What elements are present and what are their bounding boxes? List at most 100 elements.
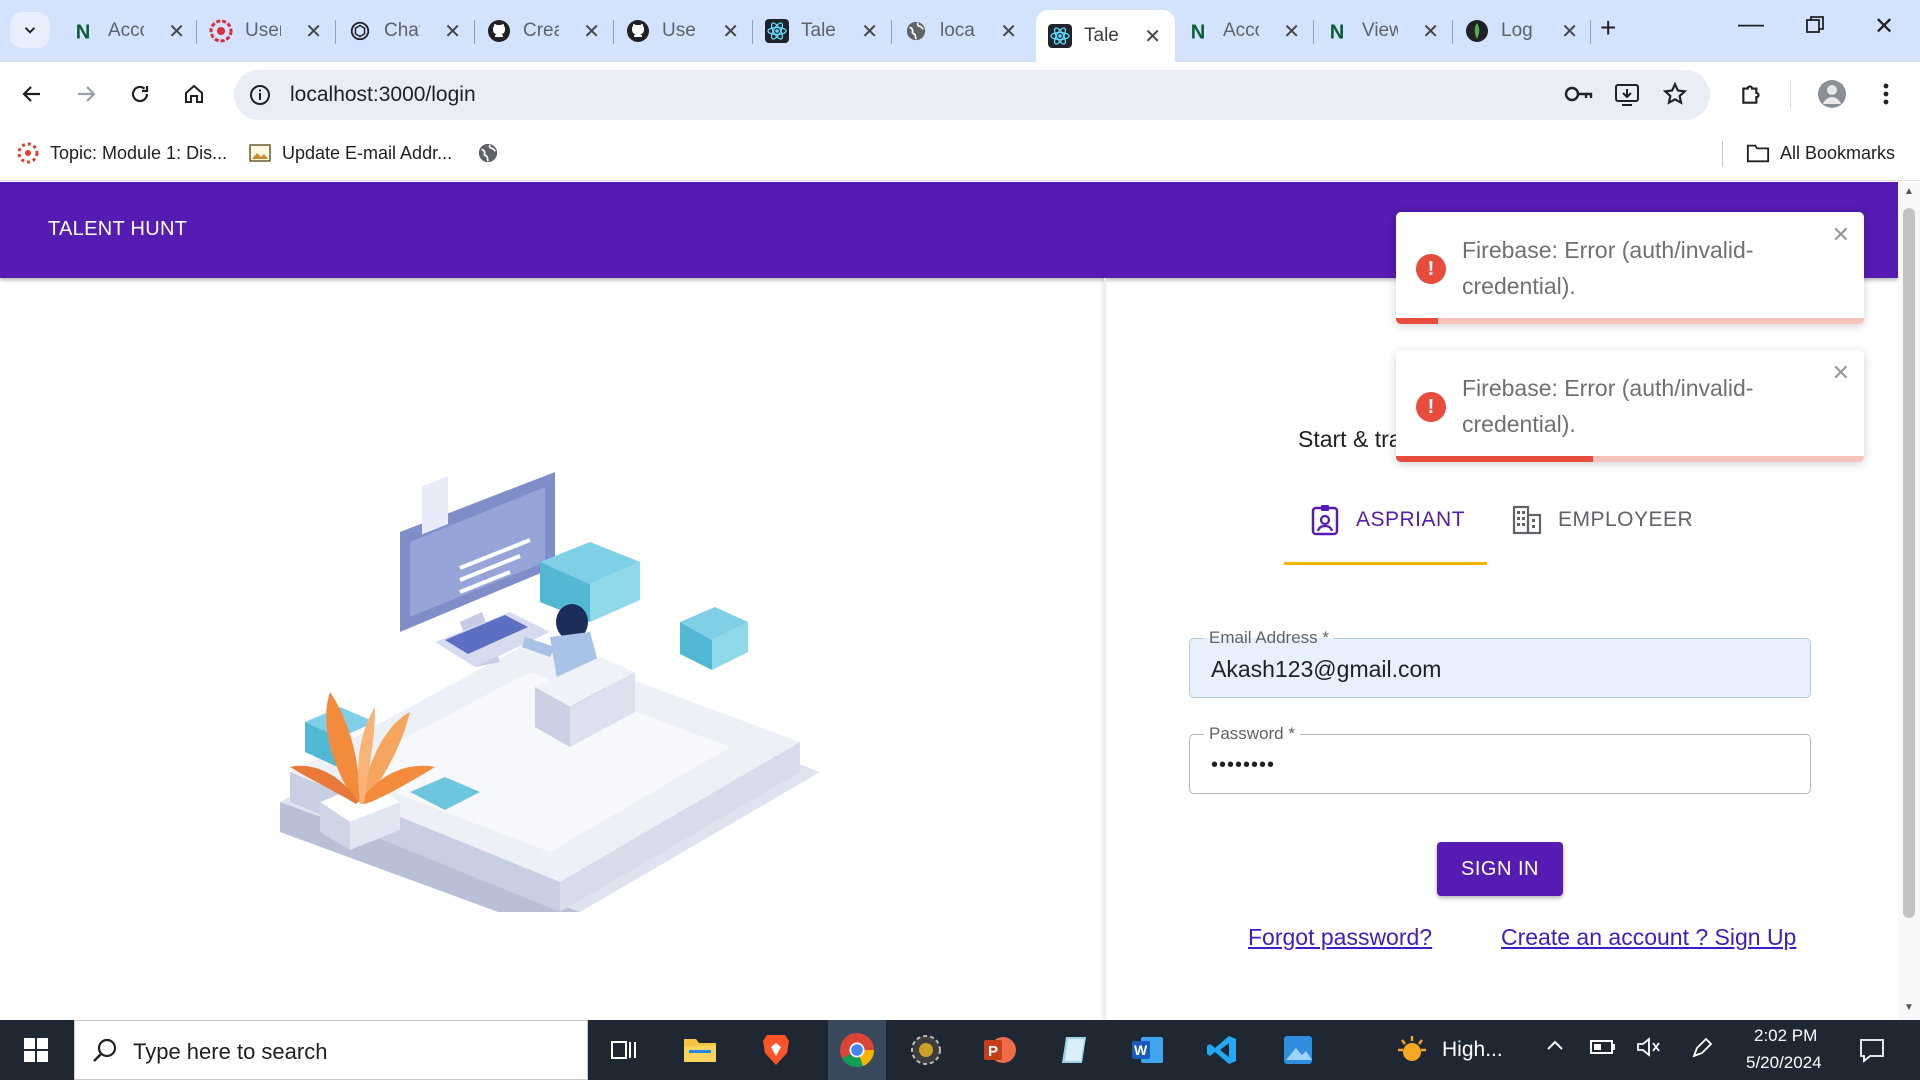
photos-app-button[interactable] xyxy=(1276,1028,1320,1072)
volume-muted-icon[interactable] xyxy=(1636,1036,1662,1063)
clock-date[interactable]: 5/20/2024 xyxy=(1746,1053,1822,1073)
browser-tab[interactable]: User ✕ xyxy=(197,10,336,52)
email-label: Email Address * xyxy=(1204,628,1334,648)
close-icon[interactable]: ✕ xyxy=(168,19,185,44)
brave-browser-button[interactable] xyxy=(754,1028,798,1072)
close-icon[interactable]: ✕ xyxy=(1561,19,1578,44)
svg-text:P: P xyxy=(988,1043,998,1060)
bookmark-item[interactable]: Topic: Module 1: Dis... xyxy=(16,141,227,165)
forgot-password-link[interactable]: Forgot password? xyxy=(1248,924,1432,951)
browser-tab[interactable]: Use ✕ xyxy=(614,10,753,52)
image-icon xyxy=(248,141,272,165)
browser-tab[interactable]: N View ✕ xyxy=(1314,10,1453,52)
globe-icon xyxy=(476,141,500,165)
new-tab-button[interactable]: + xyxy=(1600,12,1616,44)
sign-up-link[interactable]: Create an account ? Sign Up xyxy=(1501,924,1796,951)
folder-icon xyxy=(684,1039,716,1062)
back-button[interactable] xyxy=(14,76,50,112)
close-icon[interactable]: ✕ xyxy=(305,19,322,44)
install-app-icon[interactable] xyxy=(1614,82,1640,113)
close-icon[interactable]: ✕ xyxy=(1422,19,1439,44)
address-bar[interactable]: localhost:3000/login xyxy=(234,70,1710,120)
extensions-button[interactable] xyxy=(1734,76,1770,112)
svg-text:N: N xyxy=(1191,21,1206,42)
close-icon[interactable]: ✕ xyxy=(1832,360,1850,386)
error-toast[interactable]: ! Firebase: Error (auth/invalid-credenti… xyxy=(1396,350,1864,462)
bookmark-star-icon[interactable] xyxy=(1662,81,1688,112)
weather-icon xyxy=(1398,1036,1426,1061)
notepad-app-button[interactable] xyxy=(1052,1028,1096,1072)
window-close-button[interactable]: ✕ xyxy=(1874,12,1894,41)
vscode-button[interactable] xyxy=(1200,1028,1244,1072)
folder-icon xyxy=(1746,141,1770,165)
avatar-icon xyxy=(1818,80,1846,108)
email-field[interactable]: Email Address * Akash123@gmail.com xyxy=(1189,628,1811,698)
scroll-up-icon[interactable]: ▲ xyxy=(1904,186,1914,197)
close-icon[interactable]: ✕ xyxy=(1832,222,1850,248)
browser-tab[interactable]: Crea ✕ xyxy=(475,10,614,52)
close-icon[interactable]: ✕ xyxy=(722,19,739,44)
password-label: Password * xyxy=(1204,724,1300,744)
start-button[interactable] xyxy=(14,1028,58,1072)
restore-button[interactable] xyxy=(1806,14,1824,40)
file-explorer-button[interactable] xyxy=(678,1028,722,1072)
word-button[interactable]: W xyxy=(1126,1028,1170,1072)
page-scrollbar[interactable]: ▲ ▼ xyxy=(1898,182,1920,1020)
battery-icon[interactable] xyxy=(1590,1038,1616,1061)
tab-aspirant[interactable]: ASPRIANT xyxy=(1310,492,1465,548)
url-text: localhost:3000/login xyxy=(290,83,476,106)
password-key-icon[interactable] xyxy=(1564,82,1594,111)
task-view-button[interactable] xyxy=(602,1028,646,1072)
profile-avatar[interactable] xyxy=(1814,76,1850,112)
all-bookmarks-button[interactable]: All Bookmarks xyxy=(1746,141,1895,165)
gear-icon xyxy=(911,1035,941,1065)
github-icon xyxy=(487,19,511,43)
email-value[interactable]: Akash123@gmail.com xyxy=(1211,656,1441,683)
close-icon[interactable]: ✕ xyxy=(1283,19,1300,44)
weather-widget[interactable] xyxy=(1390,1028,1434,1072)
close-icon[interactable]: ✕ xyxy=(861,19,878,44)
clock-time[interactable]: 2:02 PM xyxy=(1754,1026,1817,1046)
close-icon[interactable]: ✕ xyxy=(583,19,600,44)
browser-tab[interactable]: Tale ✕ xyxy=(753,10,892,52)
puzzle-icon xyxy=(1742,85,1760,104)
browser-menu-button[interactable] xyxy=(1868,76,1904,112)
tab-label: Log xyxy=(1501,20,1533,41)
browser-tab[interactable]: Chat ✕ xyxy=(336,10,475,52)
settings-app-button[interactable] xyxy=(904,1028,948,1072)
notifications-icon[interactable] xyxy=(1858,1036,1886,1069)
sign-in-button[interactable]: SIGN IN xyxy=(1437,842,1563,896)
home-button[interactable] xyxy=(176,76,212,112)
site-info-icon[interactable] xyxy=(248,83,272,112)
password-value[interactable]: •••••••• xyxy=(1211,754,1275,777)
bookmark-item[interactable]: Update E-mail Addr... xyxy=(248,141,452,165)
chevron-up-icon[interactable] xyxy=(1545,1036,1565,1061)
reload-button[interactable] xyxy=(122,76,158,112)
tab-label: loca xyxy=(940,20,975,41)
scroll-down-icon[interactable]: ▼ xyxy=(1904,1002,1914,1013)
tab-employer[interactable]: EMPLOYEER xyxy=(1512,492,1693,548)
error-toast[interactable]: ! Firebase: Error (auth/invalid-credenti… xyxy=(1396,212,1864,324)
minimize-button[interactable]: — xyxy=(1738,8,1764,39)
scroll-thumb[interactable] xyxy=(1903,208,1915,918)
pen-icon[interactable] xyxy=(1690,1036,1714,1065)
browser-tab-active[interactable]: Talen ✕ xyxy=(1036,10,1175,62)
tab-employer-label: EMPLOYEER xyxy=(1558,508,1694,531)
taskbar-search[interactable]: Type here to search xyxy=(74,1020,588,1080)
weather-label[interactable]: High... xyxy=(1442,1038,1503,1062)
tab-search-button[interactable] xyxy=(10,12,50,48)
browser-tab[interactable]: N Acco ✕ xyxy=(60,10,199,52)
forward-button[interactable] xyxy=(68,76,104,112)
powerpoint-button[interactable]: P xyxy=(978,1028,1022,1072)
browser-tab[interactable]: Log ✕ xyxy=(1453,10,1592,52)
password-field[interactable]: Password * •••••••• xyxy=(1189,724,1811,794)
chrome-button-active[interactable] xyxy=(828,1020,886,1080)
chevron-down-icon xyxy=(24,27,36,34)
brand-title[interactable]: TALENT HUNT xyxy=(48,218,187,241)
close-icon[interactable]: ✕ xyxy=(1000,19,1017,44)
browser-tab[interactable]: loca ✕ xyxy=(892,10,1031,52)
close-icon[interactable]: ✕ xyxy=(444,19,461,44)
browser-tab[interactable]: N Acco ✕ xyxy=(1175,10,1314,52)
close-icon[interactable]: ✕ xyxy=(1144,24,1161,49)
bookmark-item[interactable] xyxy=(476,141,510,165)
